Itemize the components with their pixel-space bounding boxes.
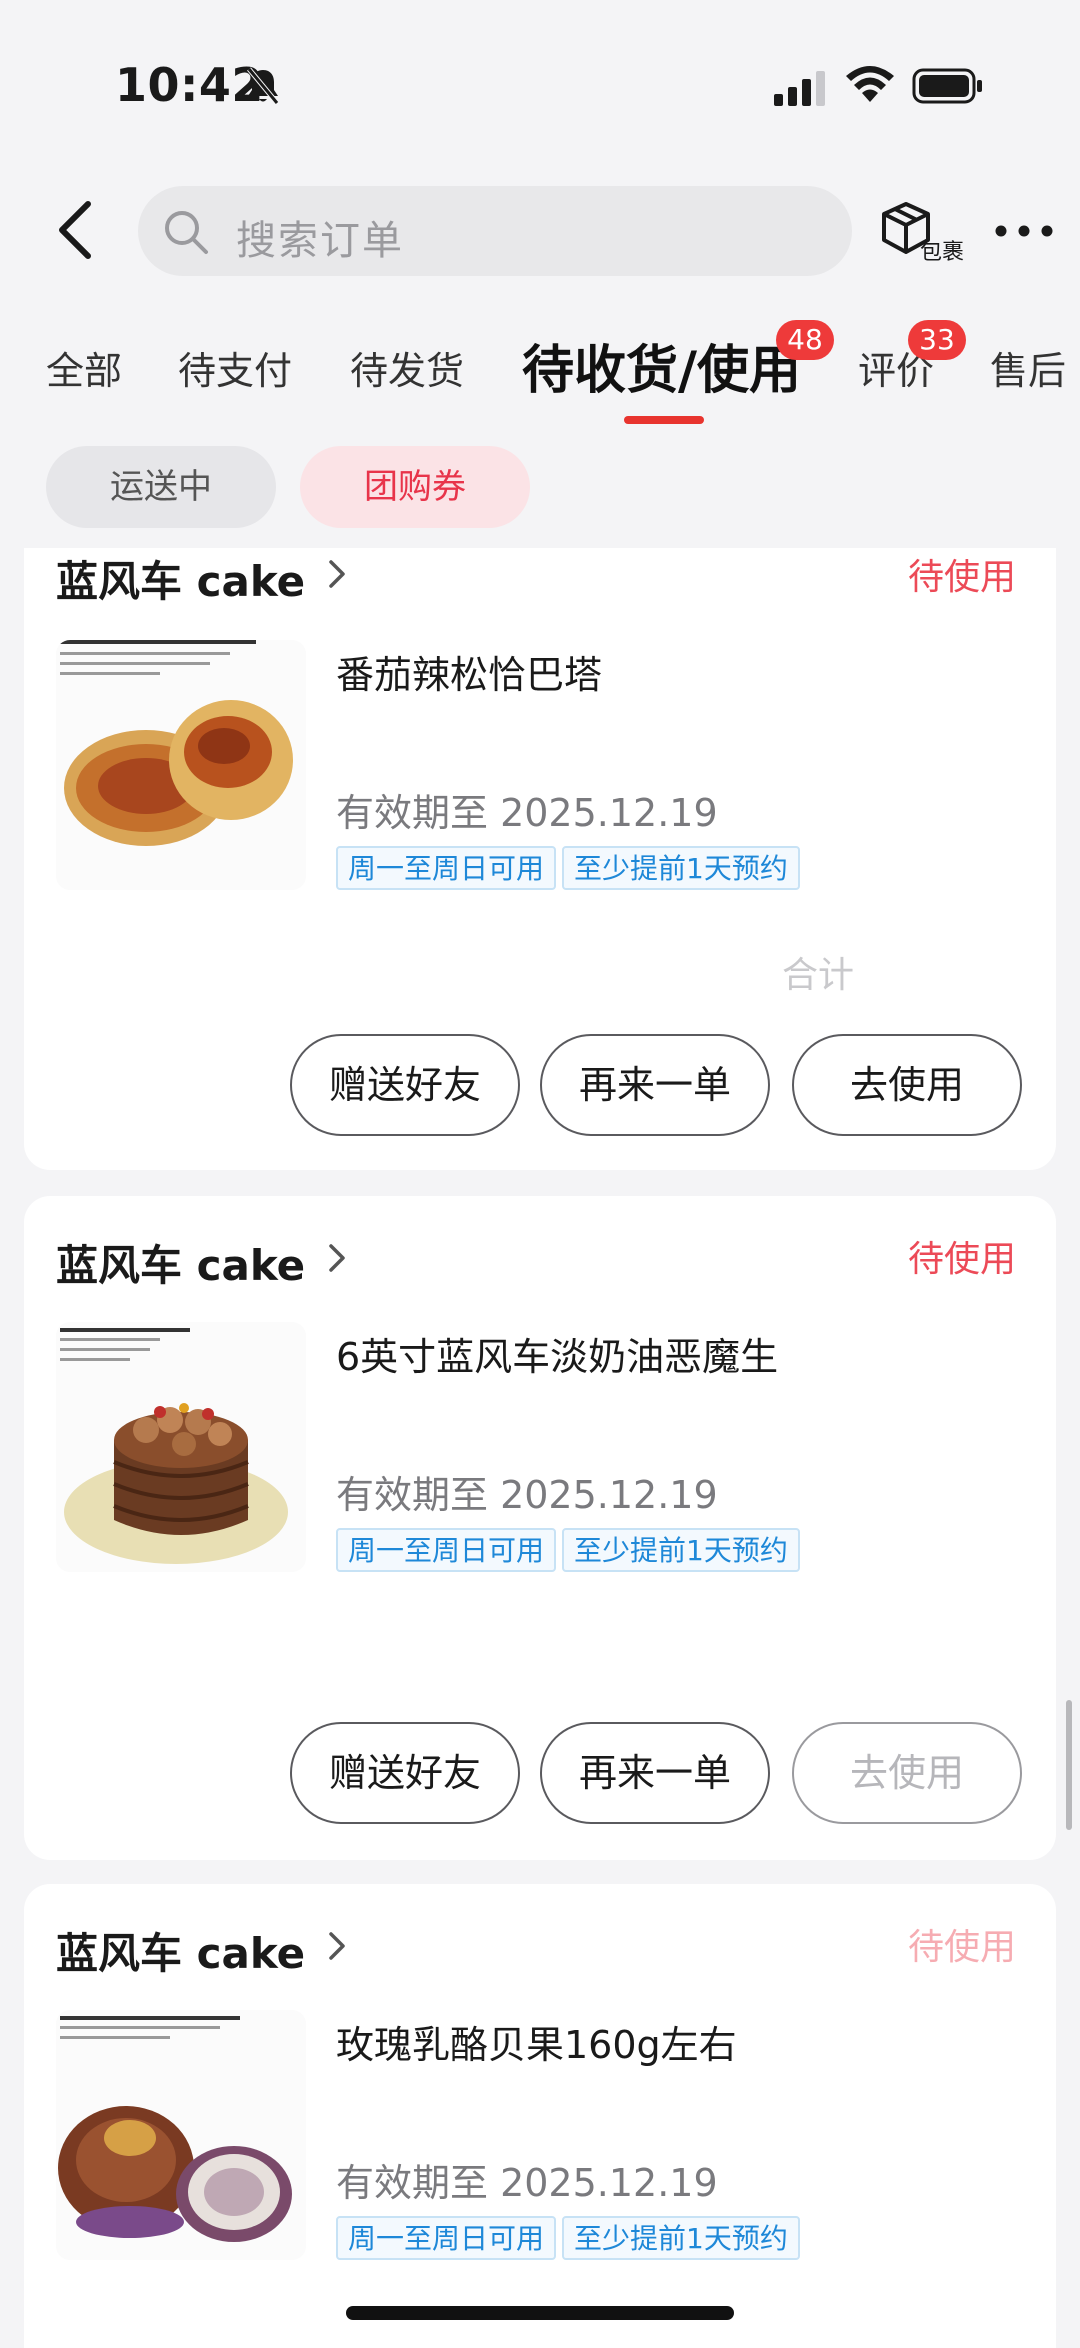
package-label: 包裹: [920, 240, 965, 265]
availability-tag: 周一至周日可用: [336, 2216, 557, 2260]
chevron-right-icon[interactable]: [326, 1242, 348, 1274]
reservation-tag: 至少提前1天预约: [562, 1528, 800, 1572]
cellular-signal-icon: [774, 71, 825, 106]
reorder-button[interactable]: 再来一单: [540, 1722, 770, 1824]
tab-pending-receipt-badge: 48: [776, 320, 834, 360]
order-status: 待使用: [907, 557, 1016, 598]
search-input[interactable]: 搜索订单: [138, 186, 852, 276]
availability-tag: 周一至周日可用: [336, 846, 557, 890]
shop-name[interactable]: 蓝风车 cake: [56, 548, 305, 609]
tab-pending-payment[interactable]: 待支付: [178, 340, 292, 395]
availability-tag: 周一至周日可用: [336, 1528, 557, 1572]
sub-filter-chips: 运送中 团购券: [0, 446, 1080, 530]
bell-off-icon: [247, 67, 279, 105]
gift-to-friend-button[interactable]: 赠送好友: [290, 1722, 520, 1824]
package-button[interactable]: 包裹: [880, 200, 970, 270]
product-image[interactable]: [56, 2010, 306, 2260]
product-title[interactable]: 番茄辣松恰巴塔: [336, 644, 602, 699]
bread-image: [56, 640, 306, 890]
chevron-right-icon[interactable]: [326, 1930, 348, 1962]
use-voucher-button[interactable]: 去使用: [792, 1034, 1022, 1136]
scrollbar[interactable]: [1066, 1700, 1072, 1830]
gift-to-friend-button[interactable]: 赠送好友: [290, 1034, 520, 1136]
back-arrow-icon[interactable]: [48, 198, 108, 262]
search-icon: [165, 211, 208, 254]
product-title[interactable]: 6英寸蓝风车淡奶油恶魔生: [336, 1326, 778, 1381]
tab-after-sales[interactable]: 售后: [990, 340, 1066, 395]
order-status: 待使用: [907, 1927, 1016, 1968]
validity-date: 有效期至 2025.12.19: [336, 1473, 718, 1517]
battery-icon: [912, 68, 982, 104]
order-list-screen: 10:42 搜索订单 包裹 全部 待支付 待发货 待收货/使用 48 评价 33…: [0, 0, 1080, 2348]
chevron-right-icon[interactable]: [326, 558, 348, 590]
chip-in-transit[interactable]: 运送中: [46, 446, 276, 528]
validity-date: 有效期至 2025.12.19: [336, 2161, 718, 2205]
product-title[interactable]: 玫瑰乳酪贝果160g左右: [336, 2014, 737, 2069]
reorder-button[interactable]: 再来一单: [540, 1034, 770, 1136]
search-placeholder: 搜索订单: [236, 218, 404, 264]
tab-reviews-badge: 33: [908, 320, 966, 360]
tab-pending-receipt[interactable]: 待收货/使用: [522, 328, 801, 403]
reservation-tag: 至少提前1天预约: [562, 2216, 800, 2260]
order-status: 待使用: [907, 1239, 1016, 1280]
total-label: 合计: [782, 955, 855, 996]
shop-name[interactable]: 蓝风车 cake: [56, 1232, 305, 1293]
tab-all[interactable]: 全部: [46, 340, 122, 395]
chip-group-voucher[interactable]: 团购券: [300, 446, 530, 528]
tab-pending-shipment[interactable]: 待发货: [350, 340, 464, 395]
order-card[interactable]: 蓝风车 cake 待使用 6英寸蓝风车淡奶油恶魔生 有效期至 2025.12.1…: [24, 1196, 1056, 1860]
search-header: 搜索订单 包裹: [0, 180, 1080, 280]
active-tab-indicator: [624, 416, 704, 424]
product-image[interactable]: [56, 1322, 306, 1572]
more-icon[interactable]: [994, 224, 1054, 238]
home-indicator[interactable]: [346, 2306, 734, 2320]
product-image[interactable]: [56, 640, 306, 890]
reservation-tag: 至少提前1天预约: [562, 846, 800, 890]
validity-date: 有效期至 2025.12.19: [336, 791, 718, 835]
wifi-icon: [846, 66, 894, 102]
order-card[interactable]: 蓝风车 cake 待使用 玫瑰乳酪贝果160g左右 有效期至 2025.12.1…: [24, 1884, 1056, 2348]
order-card[interactable]: 蓝风车 cake 待使用 番茄辣松恰巴塔 有效期至 2025.12.19 周一至…: [24, 548, 1056, 1170]
shop-name[interactable]: 蓝风车 cake: [56, 1920, 305, 1981]
use-voucher-button[interactable]: 去使用: [792, 1722, 1022, 1824]
cake-image: [56, 1322, 306, 1572]
status-time: 10:42: [115, 58, 264, 112]
status-bar: 10:42: [0, 0, 1080, 150]
order-status-tabs: 全部 待支付 待发货 待收货/使用 48 评价 33 售后: [0, 320, 1080, 430]
bagel-image: [56, 2010, 306, 2260]
